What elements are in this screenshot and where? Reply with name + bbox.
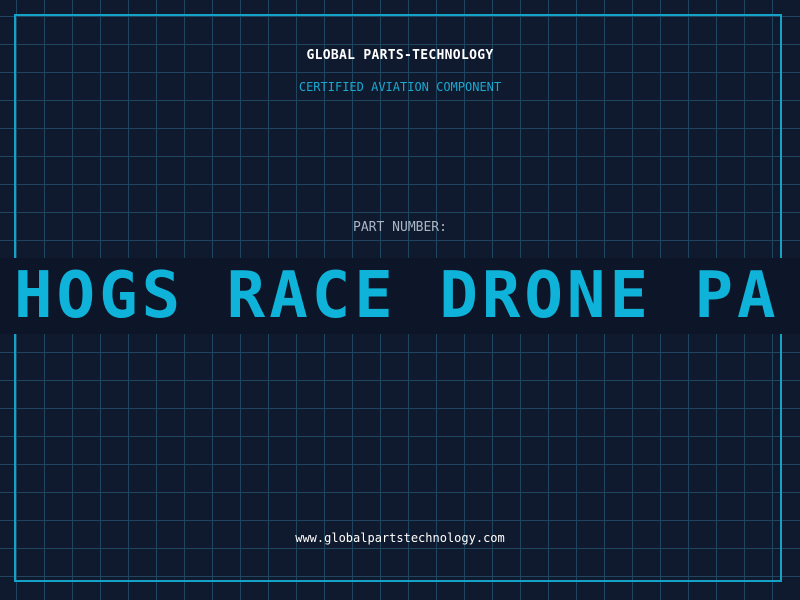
part-number-marquee: HOGS RACE DRONE PA bbox=[14, 259, 780, 333]
brand-title: GLOBAL PARTS-TECHNOLOGY bbox=[306, 48, 494, 63]
website-url: www.globalpartstechnology.com bbox=[295, 531, 505, 545]
part-number-banner: HOGS RACE DRONE PA bbox=[0, 258, 800, 334]
certification-subtitle: CERTIFIED AVIATION COMPONENT bbox=[298, 80, 502, 94]
part-number-label: PART NUMBER: bbox=[353, 220, 447, 235]
